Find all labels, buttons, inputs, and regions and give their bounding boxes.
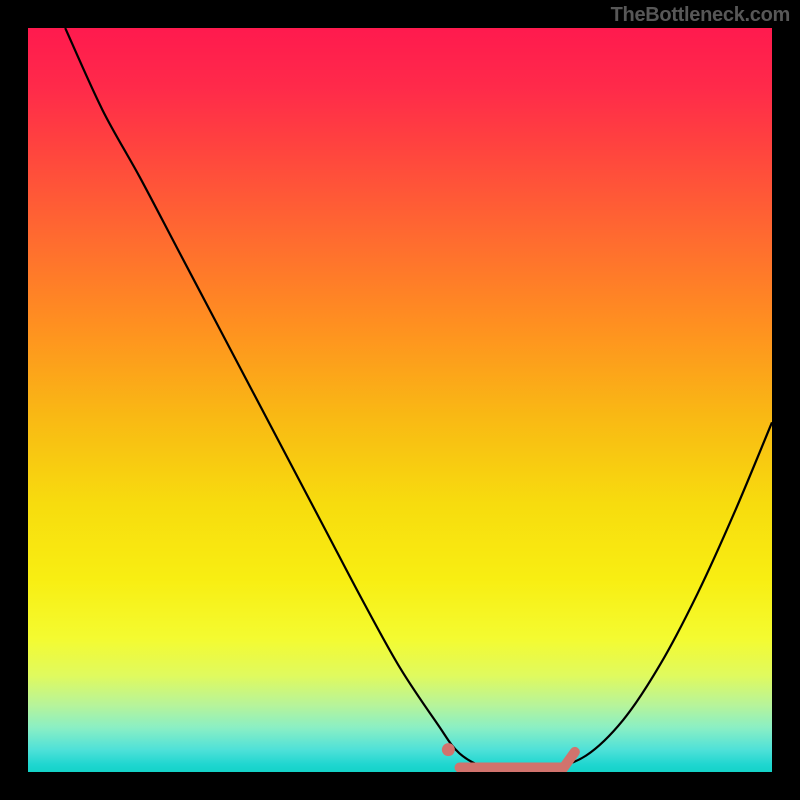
plot-area	[28, 28, 772, 772]
bottleneck-curve	[65, 28, 772, 771]
curve-svg	[28, 28, 772, 772]
optimal-dot	[442, 743, 455, 756]
watermark-text: TheBottleneck.com	[611, 4, 790, 27]
optimal-range-marker	[460, 752, 575, 768]
chart-container: TheBottleneck.com	[0, 0, 800, 800]
